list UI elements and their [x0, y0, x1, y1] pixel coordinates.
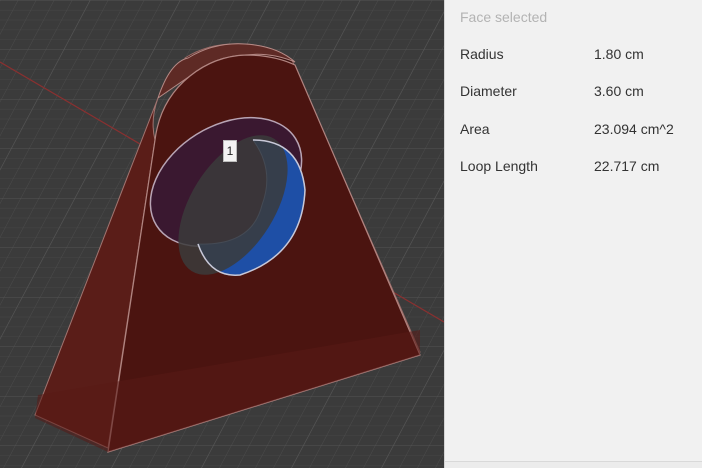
property-value: 1.80 cm [594, 46, 644, 62]
property-row-loop-length: Loop Length 22.717 cm [460, 158, 696, 178]
measure-panel: Face selected Radius 1.80 cm Diameter 3.… [444, 0, 702, 468]
property-label: Area [460, 121, 490, 137]
property-value: 22.717 cm [594, 158, 660, 174]
panel-footer [445, 461, 702, 468]
property-value: 23.094 cm^2 [594, 121, 674, 137]
panel-title: Face selected [460, 9, 548, 25]
property-value: 3.60 cm [594, 83, 644, 99]
face-marker-label[interactable]: 1 [223, 140, 237, 162]
property-label: Loop Length [460, 158, 538, 174]
3d-viewport[interactable]: 1 [0, 0, 444, 468]
property-label: Diameter [460, 83, 517, 99]
property-row-radius: Radius 1.80 cm [460, 46, 696, 66]
viewport-canvas[interactable] [0, 0, 444, 468]
property-row-diameter: Diameter 3.60 cm [460, 83, 696, 103]
property-label: Radius [460, 46, 504, 62]
property-row-area: Area 23.094 cm^2 [460, 121, 696, 141]
